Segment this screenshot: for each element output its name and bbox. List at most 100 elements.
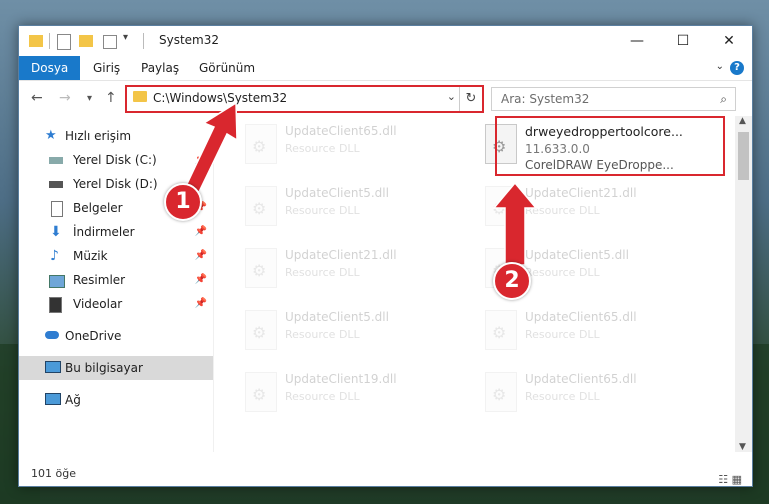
videos-icon [49, 297, 62, 313]
file-name: UpdateClient65.dll [285, 124, 397, 138]
back-button[interactable]: ← [31, 90, 43, 106]
minimize-button[interactable]: — [614, 26, 660, 56]
list-item[interactable]: UpdateClient19.dll Resource DLL [239, 368, 459, 426]
cloud-icon [45, 331, 59, 339]
search-icon[interactable]: ⌕ [720, 92, 727, 107]
file-type: Resource DLL [285, 328, 360, 341]
maximize-button[interactable]: ☐ [660, 26, 706, 56]
pin-icon: 📌 [194, 298, 207, 309]
sidebar-item-network[interactable]: Ağ [19, 388, 213, 412]
annotation-badge-2: 2 [493, 262, 531, 300]
list-item[interactable]: UpdateClient5.dll Resource DLL [239, 182, 459, 240]
scroll-up-icon[interactable]: ▲ [739, 116, 746, 126]
sidebar-item-disk-c[interactable]: Yerel Disk (C:) 📌 [19, 148, 213, 172]
window-title: System32 [159, 33, 220, 47]
tab-paylas[interactable]: Paylaş [129, 56, 191, 80]
documents-icon [51, 201, 63, 217]
separator [143, 33, 144, 49]
forward-button[interactable]: → [59, 90, 71, 106]
pictures-icon [49, 275, 65, 288]
search-input[interactable]: Ara: System32 ⌕ [491, 87, 736, 111]
sidebar-item-quick-access[interactable]: ★ Hızlı erişim [19, 124, 213, 148]
dll-file-icon [245, 248, 277, 288]
file-name: UpdateClient21.dll [525, 186, 637, 200]
up-button[interactable]: ↑ [105, 90, 117, 106]
file-type: Resource DLL [525, 266, 600, 279]
address-dropdown-icon[interactable]: ⌄ [447, 90, 456, 103]
file-name: UpdateClient5.dll [525, 248, 629, 262]
dll-file-icon [485, 372, 517, 412]
rename-icon[interactable] [103, 35, 117, 49]
file-type: Resource DLL [525, 204, 600, 217]
dll-file-icon [245, 372, 277, 412]
separator [49, 33, 50, 49]
file-type: Resource DLL [285, 204, 360, 217]
sidebar-item-label: Bu bilgisayar [65, 361, 143, 375]
file-type: Resource DLL [285, 142, 360, 155]
list-item[interactable]: UpdateClient65.dll Resource DLL [479, 368, 699, 426]
address-bar[interactable]: C:\Windows\System32 ⌄ ↻ [125, 85, 484, 113]
dll-file-icon [485, 186, 517, 226]
sidebar-item-downloads[interactable]: ⬇ İndirmeler 📌 [19, 220, 213, 244]
expand-ribbon-icon[interactable]: ⌄ [716, 61, 724, 72]
navigation-bar: ← → ▾ ↑ C:\Windows\System32 ⌄ ↻ Ara: Sys… [19, 81, 752, 115]
file-name: UpdateClient19.dll [285, 372, 397, 386]
close-button[interactable]: ✕ [706, 26, 752, 56]
sidebar-item-label: OneDrive [65, 329, 122, 343]
sidebar-item-label: Yerel Disk (C:) [73, 153, 157, 167]
tab-giris[interactable]: Giriş [81, 56, 132, 80]
star-icon: ★ [45, 128, 57, 143]
list-item[interactable]: UpdateClient65.dll Resource DLL [479, 306, 699, 364]
sidebar-item-music[interactable]: ♪ Müzik 📌 [19, 244, 213, 268]
recent-dropdown-icon[interactable]: ▾ [87, 93, 92, 104]
list-item[interactable]: UpdateClient21.dll Resource DLL [479, 182, 699, 240]
dll-file-icon [245, 310, 277, 350]
computer-icon [45, 361, 61, 373]
dll-file-icon [485, 310, 517, 350]
navigation-pane: ★ Hızlı erişim Yerel Disk (C:) 📌 Yerel D… [19, 116, 214, 452]
list-item[interactable]: UpdateClient21.dll Resource DLL [239, 244, 459, 302]
tab-dosya[interactable]: Dosya [19, 56, 81, 80]
view-mode-icons[interactable]: ☷ ▦ [718, 468, 742, 492]
vertical-scrollbar[interactable]: ▲ ▼ [735, 116, 752, 452]
address-path: C:\Windows\System32 [153, 91, 288, 105]
pin-icon: 📌 [194, 274, 207, 285]
drive-icon [49, 157, 63, 164]
refresh-icon[interactable]: ↻ [459, 87, 482, 111]
music-icon: ♪ [50, 248, 59, 264]
sidebar-item-label: Belgeler [73, 201, 123, 215]
annotation-highlight-box [495, 116, 725, 176]
sidebar-item-label: Yerel Disk (D:) [73, 177, 158, 191]
file-name: UpdateClient5.dll [285, 186, 389, 200]
pin-icon: 📌 [194, 250, 207, 261]
tab-gorunum[interactable]: Görünüm [187, 56, 267, 80]
list-item[interactable]: UpdateClient65.dll Resource DLL [239, 120, 459, 178]
ribbon-tabs: Dosya Giriş Paylaş Görünüm ⌄ ? [19, 56, 752, 81]
sidebar-item-label: İndirmeler [73, 225, 135, 239]
sidebar-item-label: Videolar [73, 297, 123, 311]
properties-icon[interactable] [57, 34, 71, 50]
scroll-down-icon[interactable]: ▼ [739, 442, 746, 452]
explorer-window: ▾ System32 — ☐ ✕ Dosya Giriş Paylaş Görü… [18, 25, 753, 487]
item-count: 101 öğe [31, 467, 76, 480]
sidebar-item-label: Hızlı erişim [65, 129, 132, 143]
sidebar-item-label: Ağ [65, 393, 81, 407]
annotation-badge-1: 1 [164, 183, 202, 221]
new-folder-icon[interactable] [79, 35, 93, 47]
list-item[interactable]: UpdateClient5.dll Resource DLL [239, 306, 459, 364]
file-type: Resource DLL [285, 390, 360, 403]
customize-dropdown-icon[interactable]: ▾ [123, 32, 128, 48]
dll-file-icon [245, 124, 277, 164]
file-name: UpdateClient21.dll [285, 248, 397, 262]
scrollbar-thumb[interactable] [738, 132, 749, 180]
sidebar-item-this-pc[interactable]: Bu bilgisayar [19, 356, 213, 380]
file-name: UpdateClient65.dll [525, 372, 637, 386]
status-bar: 101 öğe ☷ ▦ [19, 462, 752, 486]
help-icon[interactable]: ? [730, 61, 744, 75]
sidebar-item-pictures[interactable]: Resimler 📌 [19, 268, 213, 292]
sidebar-item-onedrive[interactable]: OneDrive [19, 324, 213, 348]
file-type: Resource DLL [285, 266, 360, 279]
sidebar-item-videos[interactable]: Videolar 📌 [19, 292, 213, 316]
file-list: UpdateClient65.dll Resource DLL UpdateCl… [219, 116, 731, 452]
title-bar: ▾ System32 — ☐ ✕ [19, 26, 752, 56]
